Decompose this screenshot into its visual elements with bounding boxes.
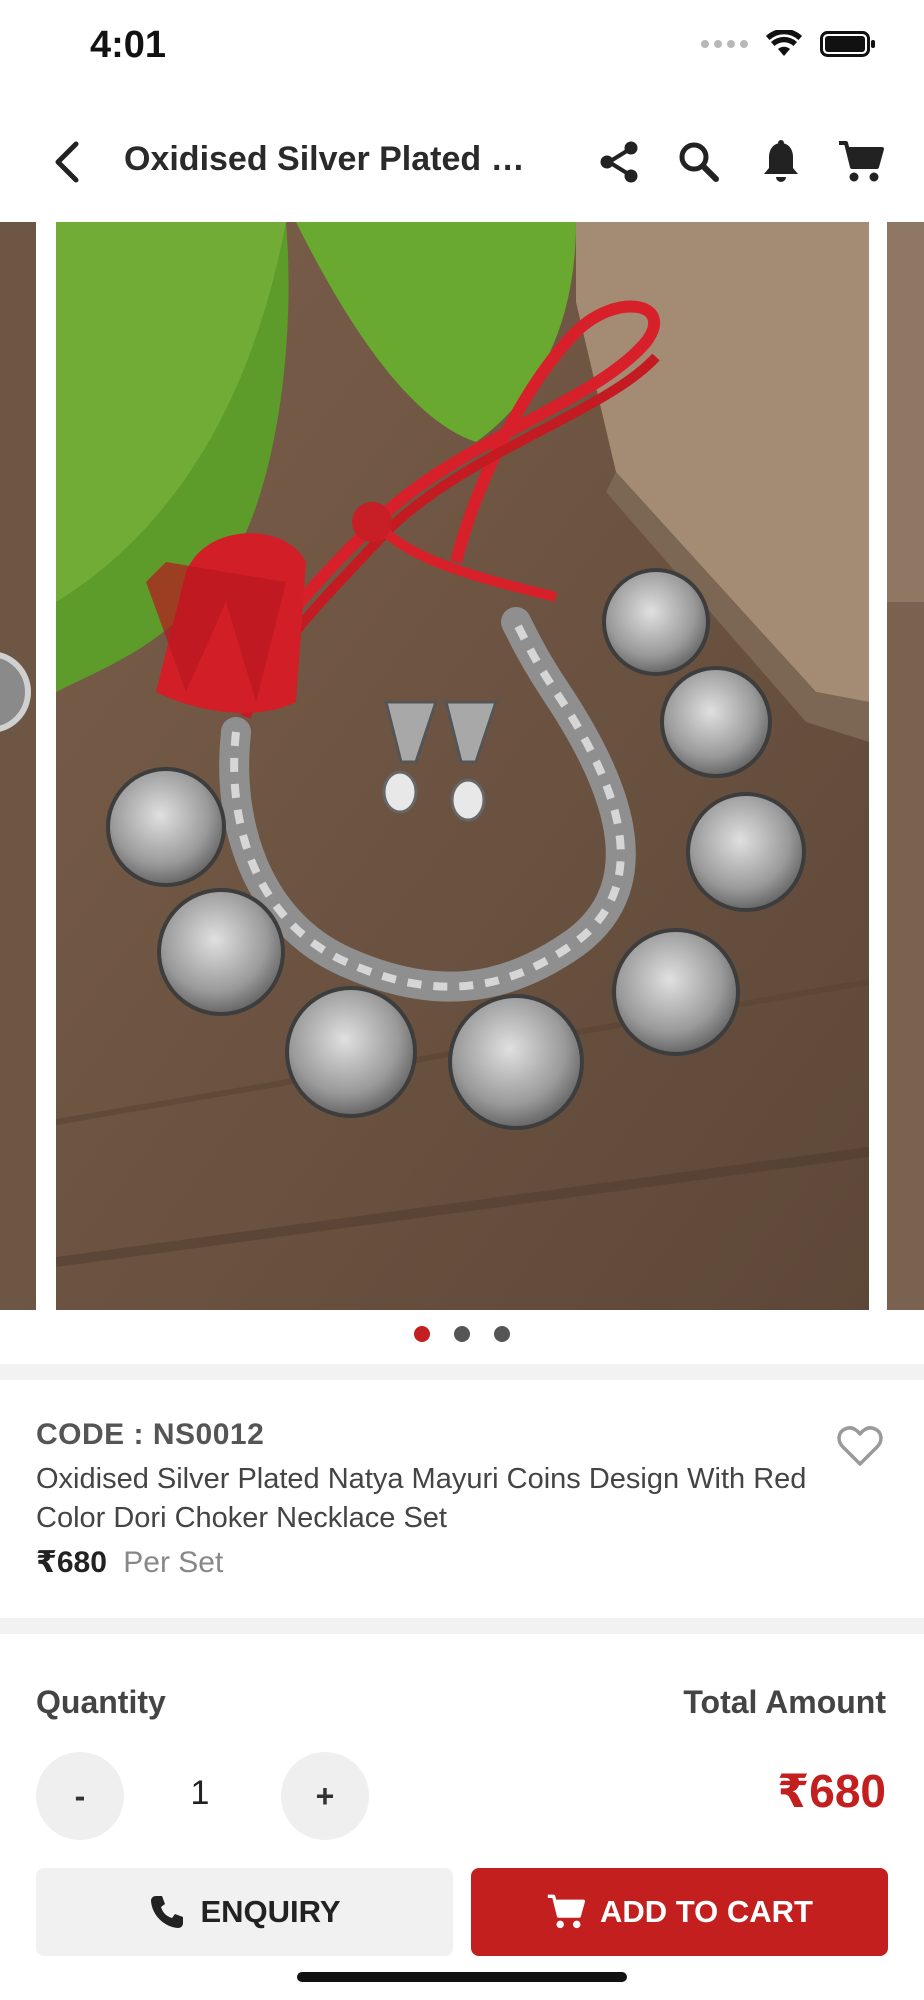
search-icon — [679, 142, 719, 182]
notifications-button[interactable] — [754, 135, 808, 189]
phone-icon — [151, 1896, 184, 1928]
previous-slide[interactable] — [0, 222, 36, 1310]
wishlist-button[interactable] — [832, 1418, 888, 1474]
status-icons — [701, 30, 876, 58]
carousel-dot-3[interactable] — [494, 1326, 510, 1342]
product-code: CODE : NS0012 — [36, 1418, 265, 1451]
quantity-increment-button[interactable]: + — [281, 1752, 369, 1840]
wifi-icon — [766, 30, 802, 56]
enquiry-label: ENQUIRY — [200, 1894, 341, 1929]
back-arrow-icon — [55, 141, 79, 183]
share-icon — [600, 141, 638, 183]
necklace-product-image — [56, 222, 869, 1310]
total-amount-label: Total Amount — [683, 1684, 886, 1720]
product-image-carousel[interactable] — [0, 222, 924, 1310]
search-button[interactable] — [672, 135, 726, 189]
back-button[interactable] — [38, 132, 94, 192]
cart-icon — [839, 141, 884, 182]
quantity-label: Quantity — [36, 1684, 166, 1720]
carousel-dot-1[interactable] — [414, 1326, 430, 1342]
current-slide[interactable] — [56, 222, 869, 1310]
share-button[interactable] — [592, 135, 646, 189]
add-to-cart-label: ADD TO CART — [600, 1894, 813, 1929]
quantity-value: 1 — [190, 1774, 210, 1812]
signal-icon — [701, 40, 748, 48]
heart-outline-icon — [837, 1426, 883, 1466]
product-price: ₹680 — [36, 1546, 107, 1579]
status-time: 4:01 — [90, 24, 167, 66]
total-amount-value: ₹680 — [777, 1765, 886, 1817]
price-row: ₹680 Per Set — [36, 1545, 223, 1580]
quantity-decrement-button[interactable]: - — [36, 1752, 124, 1840]
carousel-dot-2[interactable] — [454, 1326, 470, 1342]
home-indicator[interactable] — [297, 1972, 627, 1982]
app-header: Oxidised Silver Plated Natya Mayuri Coin… — [0, 110, 924, 214]
product-name: Oxidised Silver Plated Natya Mayuri Coin… — [36, 1463, 807, 1534]
enquiry-button[interactable]: ENQUIRY — [36, 1868, 453, 1956]
section-divider-2 — [0, 1618, 924, 1634]
previous-product-image — [0, 222, 36, 1310]
cart-button[interactable] — [834, 135, 888, 189]
carousel-pagination — [0, 1326, 924, 1342]
price-unit: Per Set — [123, 1546, 224, 1579]
page-title: Oxidised Silver Plated Natya Mayuri Coin… — [124, 140, 544, 178]
cart-icon — [547, 1894, 585, 1929]
next-slide[interactable] — [887, 222, 924, 1310]
add-to-cart-button[interactable]: ADD TO CART — [471, 1868, 888, 1956]
next-product-image — [887, 222, 924, 1310]
section-divider — [0, 1364, 924, 1380]
bell-icon — [764, 140, 798, 182]
battery-icon — [820, 31, 875, 57]
